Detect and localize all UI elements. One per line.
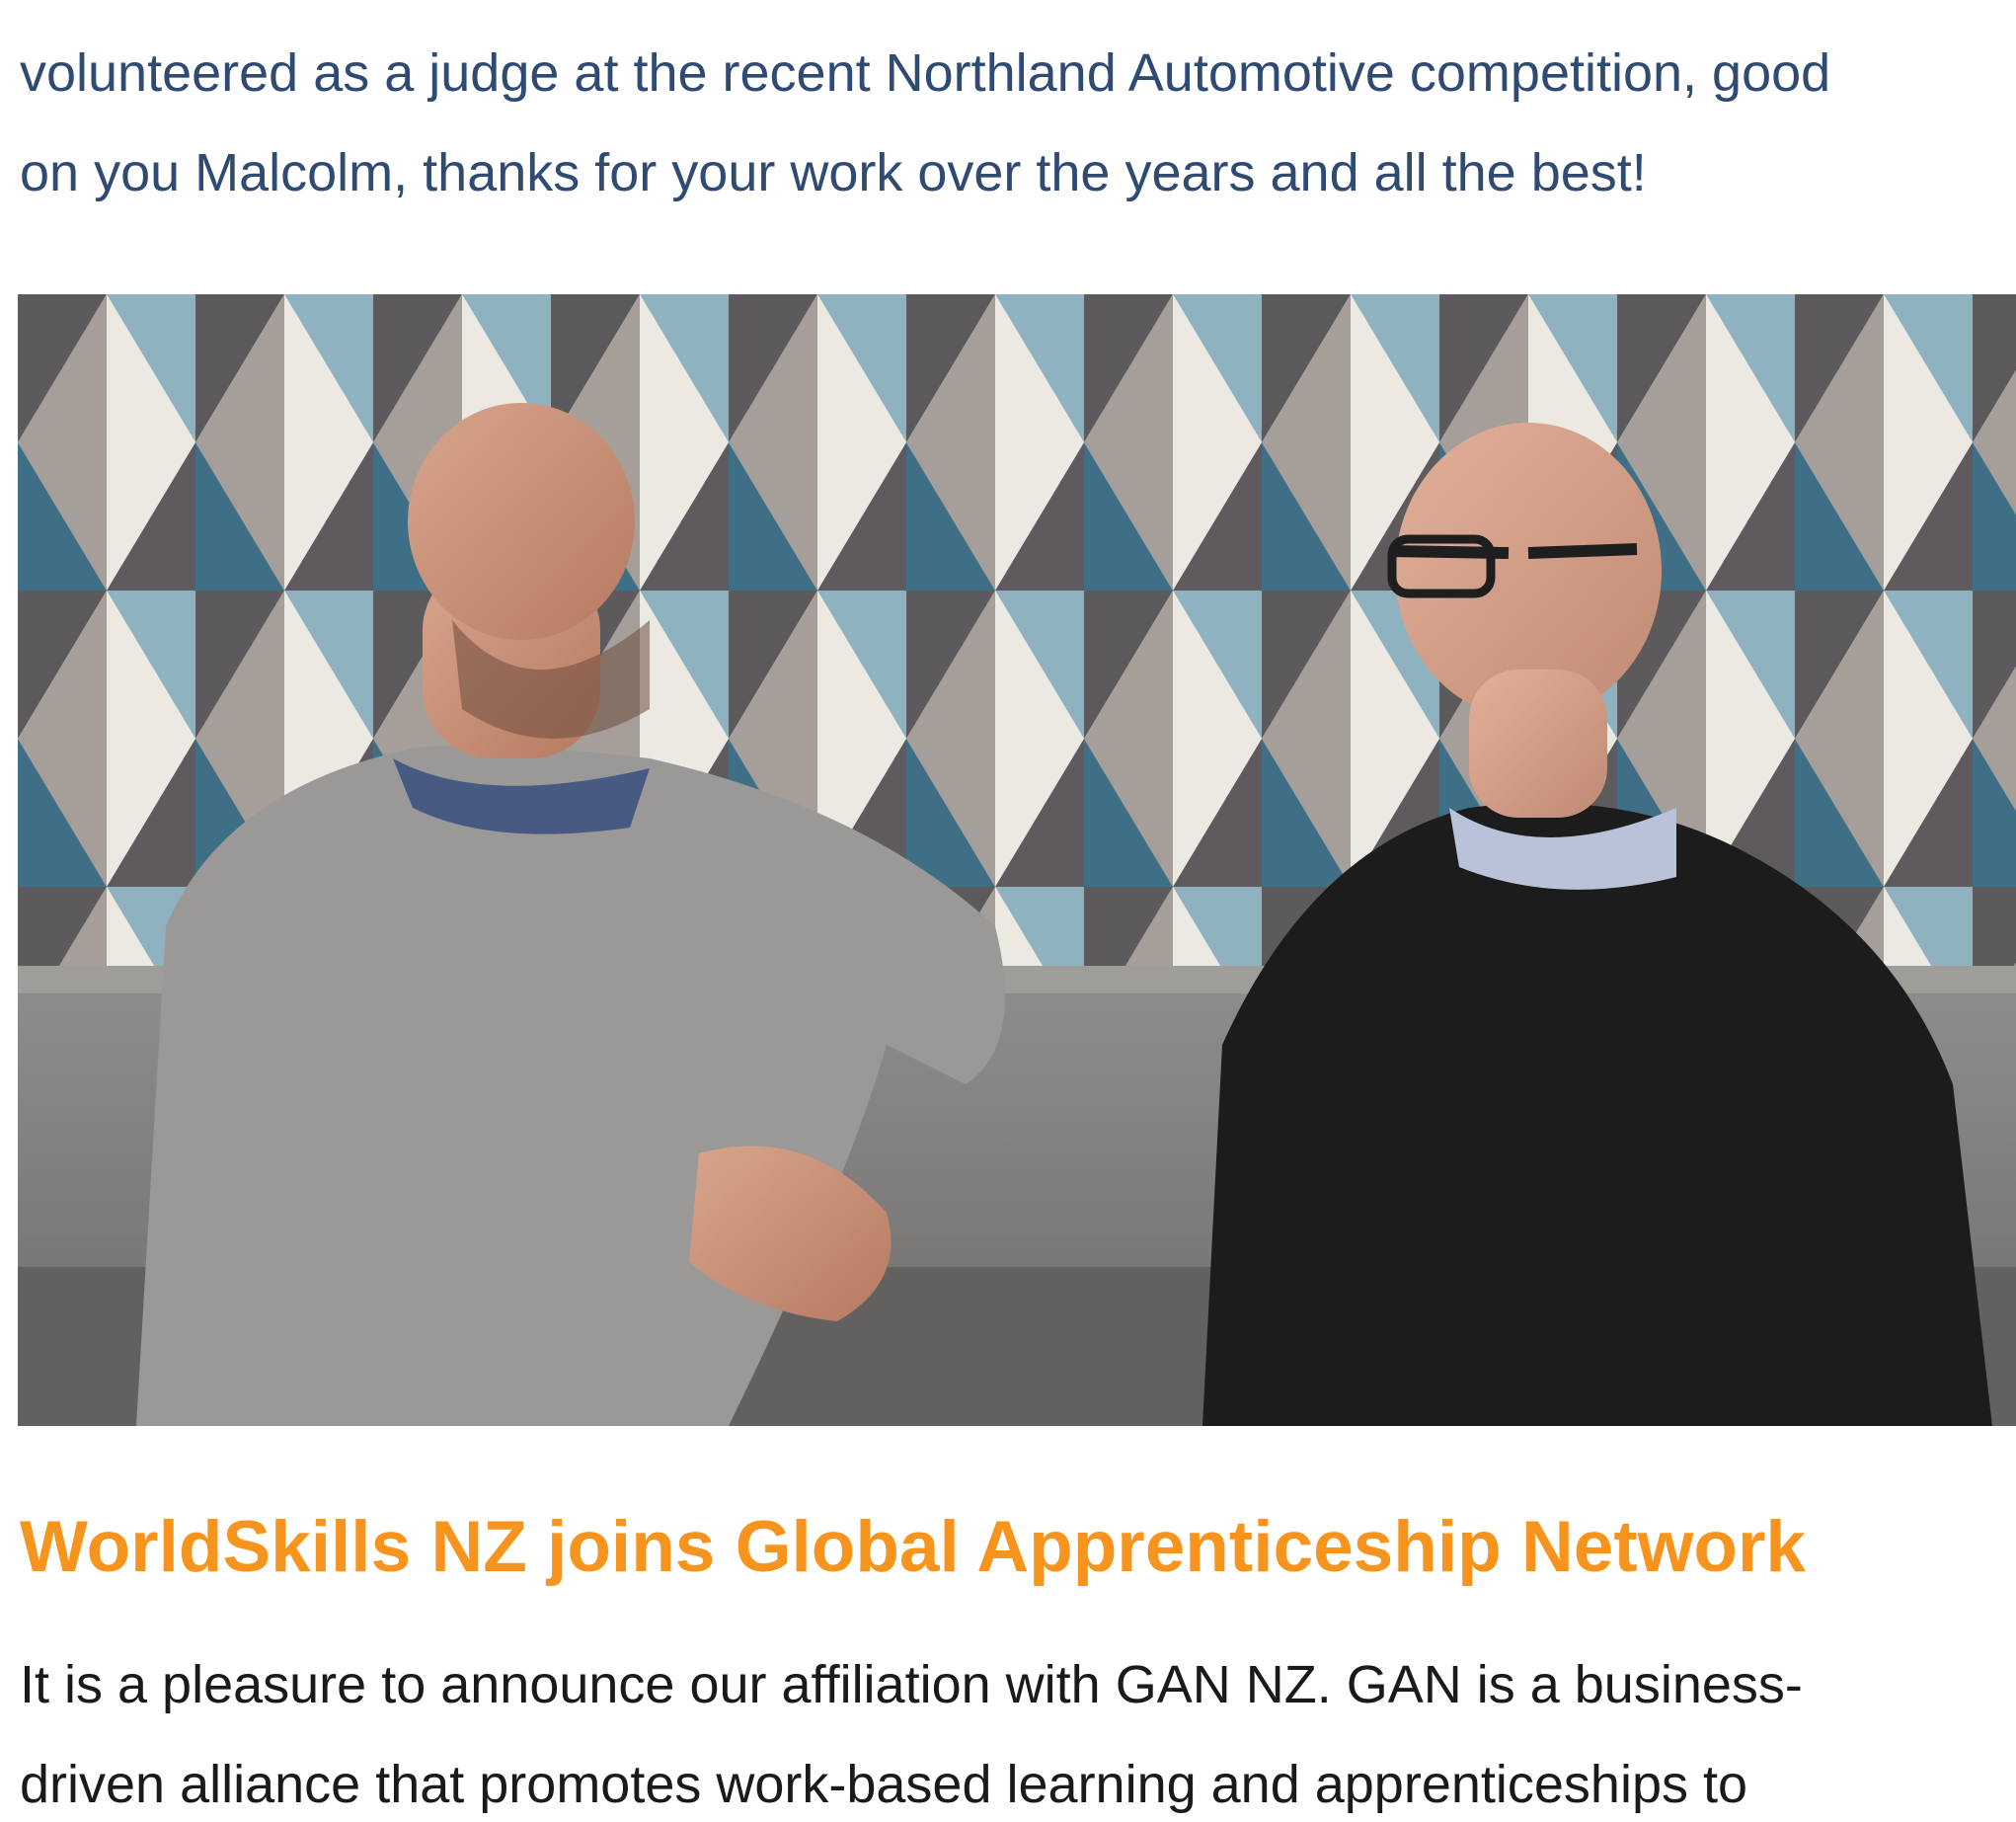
article-photo <box>18 294 2016 1426</box>
newsletter-page: volunteered as a judge at the recent Nor… <box>0 0 2016 1822</box>
article-headline: WorldSkills NZ joins Global Apprenticesh… <box>20 1507 1807 1587</box>
intro-paragraph: volunteered as a judge at the recent Nor… <box>20 43 1831 202</box>
article-body: It is a pleasure to announce our affilia… <box>20 1655 1803 1814</box>
photo-two-men-seated-icon <box>18 294 2016 1426</box>
